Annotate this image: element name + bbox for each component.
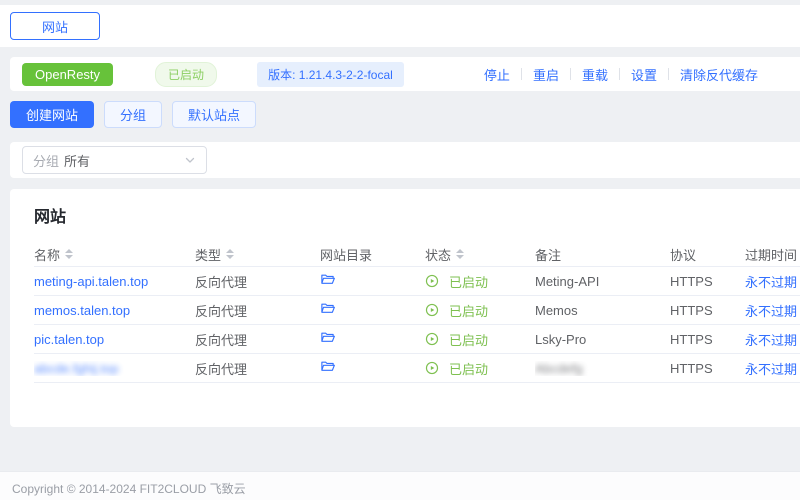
openresty-status-card: OpenResty 已启动 版本: 1.21.4.3-2-2-focal 停止 … [10, 57, 800, 91]
folder-icon [320, 272, 335, 290]
openresty-status-badge: 已启动 [155, 62, 217, 87]
open-directory-button[interactable] [320, 359, 335, 377]
openresty-app-button[interactable]: OpenResty [22, 63, 113, 86]
divider [570, 68, 571, 80]
table-title: 网站 [34, 203, 800, 227]
default-site-button[interactable]: 默认站点 [172, 101, 256, 128]
website-protocol: HTTPS [670, 274, 713, 289]
website-status: 已启动 [449, 272, 488, 291]
play-circle-icon [425, 361, 444, 375]
website-name-link[interactable]: pic.talen.top [34, 332, 104, 347]
website-expire-link[interactable]: 永不过期 [745, 359, 797, 378]
folder-icon [320, 330, 335, 348]
open-directory-button[interactable] [320, 272, 335, 290]
tab-websites[interactable]: 网站 [10, 12, 100, 40]
website-name-link[interactable]: memos.talen.top [34, 303, 130, 318]
website-protocol: HTTPS [670, 332, 713, 347]
website-remark: Abcdefg [535, 361, 583, 376]
table-header-row: 名称 类型 网站目录 状态 备注 协议 过期时间 [34, 242, 800, 267]
column-header-status[interactable]: 状态 [425, 245, 535, 264]
play-circle-icon [425, 332, 444, 346]
sort-icon[interactable] [65, 249, 73, 259]
column-header-protocol: 协议 [670, 245, 745, 264]
group-filter-prefix: 分组 [33, 151, 59, 170]
column-header-remark: 备注 [535, 245, 670, 264]
website-expire-link[interactable]: 永不过期 [745, 330, 797, 349]
website-type: 反向代理 [195, 301, 247, 320]
column-header-name[interactable]: 名称 [34, 245, 195, 264]
website-table-card: 网站 名称 类型 网站目录 状态 备注 协议 [10, 189, 800, 427]
restart-link[interactable]: 重启 [533, 65, 559, 84]
openresty-actions: 停止 重启 重载 设置 清除反代缓存 [484, 65, 800, 84]
website-table: 名称 类型 网站目录 状态 备注 协议 过期时间 [34, 242, 800, 383]
divider [619, 68, 620, 80]
table-row: abcde.fghij.top 反向代理 已启动 Abcdefg [34, 354, 800, 383]
website-status: 已启动 [449, 301, 488, 320]
stop-link[interactable]: 停止 [484, 65, 510, 84]
open-directory-button[interactable] [320, 330, 335, 348]
website-protocol: HTTPS [670, 303, 713, 318]
table-row: pic.talen.top 反向代理 已启动 Lsky-Pro [34, 325, 800, 354]
website-remark: Meting-API [535, 274, 599, 289]
footer: Copyright © 2014-2024 FIT2CLOUD 飞致云 [0, 471, 800, 500]
website-remark: Memos [535, 303, 578, 318]
website-name-link[interactable]: meting-api.talen.top [34, 274, 148, 289]
settings-link[interactable]: 设置 [631, 65, 657, 84]
reload-link[interactable]: 重载 [582, 65, 608, 84]
copyright-text: Copyright © 2014-2024 FIT2CLOUD 飞致云 [12, 480, 246, 497]
table-row: meting-api.talen.top 反向代理 已启动 Me [34, 267, 800, 296]
top-route-bar: 网站 [0, 5, 800, 47]
column-header-expire: 过期时间 [745, 245, 800, 264]
website-type: 反向代理 [195, 330, 247, 349]
group-filter-select[interactable]: 分组 所有 [22, 146, 207, 174]
website-status: 已启动 [449, 330, 488, 349]
website-expire-link[interactable]: 永不过期 [745, 272, 797, 291]
website-name-link[interactable]: abcde.fghij.top [34, 361, 119, 376]
website-remark: Lsky-Pro [535, 332, 586, 347]
clear-proxy-cache-link[interactable]: 清除反代缓存 [680, 65, 758, 84]
website-type: 反向代理 [195, 272, 247, 291]
chevron-down-icon [184, 154, 196, 166]
openresty-version-badge: 版本: 1.21.4.3-2-2-focal [257, 62, 404, 87]
folder-icon [320, 301, 335, 319]
column-header-type[interactable]: 类型 [195, 245, 320, 264]
group-filter-value: 所有 [64, 151, 90, 170]
website-expire-link[interactable]: 永不过期 [745, 301, 797, 320]
table-row: memos.talen.top 反向代理 已启动 Memos [34, 296, 800, 325]
folder-icon [320, 359, 335, 377]
divider [521, 68, 522, 80]
column-header-directory: 网站目录 [320, 245, 425, 264]
table-body: meting-api.talen.top 反向代理 已启动 Me [34, 267, 800, 383]
website-toolbar: 创建网站 分组 默认站点 [10, 101, 800, 128]
sort-icon[interactable] [456, 249, 464, 259]
sort-icon[interactable] [226, 249, 234, 259]
website-status: 已启动 [449, 359, 488, 378]
group-button[interactable]: 分组 [104, 101, 162, 128]
divider [668, 68, 669, 80]
play-circle-icon [425, 303, 444, 317]
filter-card: 分组 所有 [10, 142, 800, 178]
play-circle-icon [425, 274, 444, 288]
open-directory-button[interactable] [320, 301, 335, 319]
website-protocol: HTTPS [670, 361, 713, 376]
website-type: 反向代理 [195, 359, 247, 378]
create-website-button[interactable]: 创建网站 [10, 101, 94, 128]
